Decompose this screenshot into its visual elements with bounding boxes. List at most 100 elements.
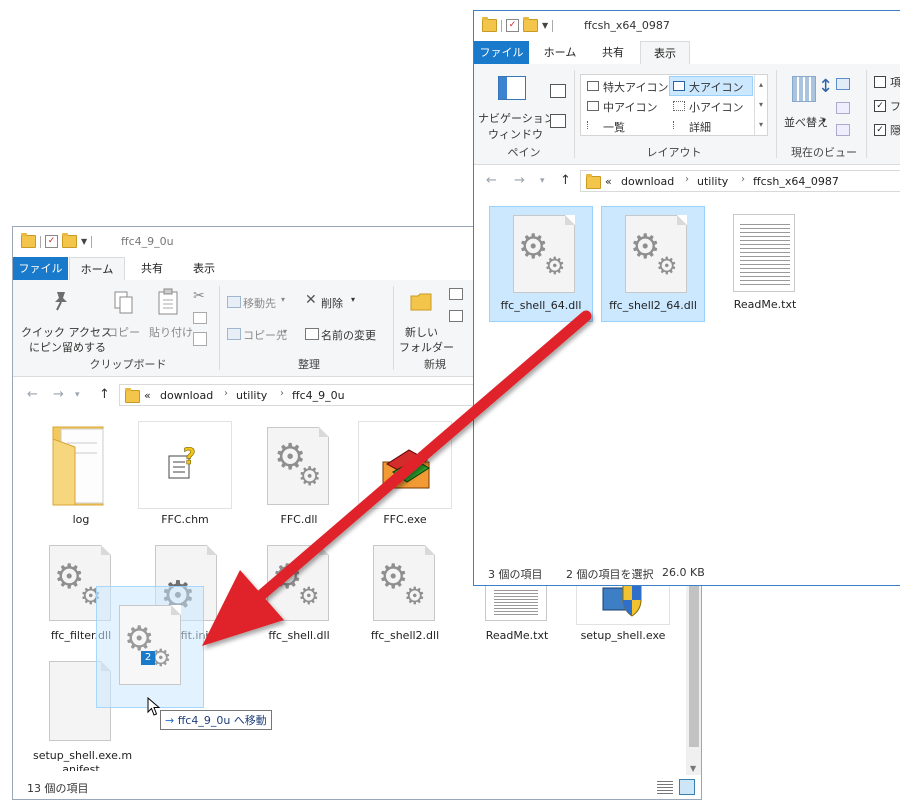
item-checkboxes-label: 項: [890, 76, 900, 89]
dll-file-icon: ⚙ ⚙: [373, 545, 435, 621]
tab-file[interactable]: ファイル: [474, 41, 529, 64]
delete-button[interactable]: 削除: [321, 295, 343, 311]
file-extensions-checkbox[interactable]: ✓: [874, 100, 886, 112]
file-item[interactable]: ? FFC.chm: [137, 421, 233, 527]
back-button[interactable]: ←: [27, 387, 38, 402]
exe-app-icon: [382, 449, 430, 489]
cut-icon[interactable]: ✂: [193, 288, 205, 304]
size-columns-icon[interactable]: [836, 124, 850, 136]
add-columns-icon[interactable]: [836, 102, 850, 114]
tab-view[interactable]: 表示: [640, 41, 690, 65]
layout-details[interactable]: 詳細: [689, 119, 711, 135]
properties-icon[interactable]: ✓: [506, 19, 519, 32]
up-button[interactable]: ↑: [99, 387, 110, 402]
new-folder-icon[interactable]: [523, 17, 538, 32]
properties-icon[interactable]: ✓: [45, 235, 58, 248]
breadcrumb-utility[interactable]: utility: [697, 175, 728, 188]
address-bar[interactable]: « download › utility › ffc4_9_0u: [119, 384, 479, 406]
window-title: ffc4_9_0u: [121, 235, 174, 248]
folder-icon: [482, 17, 497, 32]
breadcrumb-overflow[interactable]: «: [144, 389, 151, 402]
details-view-icon[interactable]: [657, 779, 673, 795]
layout-medium-icons[interactable]: 中アイコン: [603, 99, 657, 115]
tab-share[interactable]: 共有: [588, 41, 638, 64]
file-name: ReadMe.txt: [733, 298, 797, 311]
breadcrumb-download[interactable]: download: [160, 389, 213, 402]
breadcrumb-utility[interactable]: utility: [236, 389, 267, 402]
move-to-button[interactable]: 移動先: [243, 295, 276, 311]
move-to-icon: [227, 296, 241, 308]
breadcrumb-current[interactable]: ffcsh_x64_0987: [753, 175, 839, 188]
details-pane-icon[interactable]: [550, 114, 566, 128]
layout-list[interactable]: 一覧: [603, 119, 625, 135]
layout-small-icons[interactable]: 小アイコン: [689, 99, 743, 115]
tab-home[interactable]: ホーム: [69, 257, 125, 281]
drag-ghost: ⚙ ⚙ 2: [96, 586, 204, 708]
up-button[interactable]: ↑: [560, 173, 571, 188]
forward-button[interactable]: →: [53, 387, 64, 402]
right-explorer-window: ✓ ▼ ffcsh_x64_0987 ファイル ホーム 共有 表示 ナビゲーショ…: [473, 10, 900, 586]
paste-shortcut-icon[interactable]: [193, 332, 207, 346]
dll-file-icon: ⚙ ⚙: [267, 427, 329, 505]
file-item[interactable]: ReadMe.txt: [717, 206, 813, 312]
delete-icon: ✕: [305, 292, 317, 308]
file-item[interactable]: ⚙ ⚙ ffc_shell.dll: [251, 541, 347, 643]
forward-button[interactable]: →: [514, 173, 525, 188]
new-folder-button[interactable]: 新しい フォルダー: [399, 286, 454, 356]
file-item-selected[interactable]: ⚙ ⚙ ffc_shell2_64.dll: [601, 206, 705, 322]
drag-ghost-file-icon: ⚙ ⚙: [119, 605, 181, 685]
layout-extra-large-icons[interactable]: 特大アイコン: [603, 79, 668, 95]
gallery-scroll[interactable]: ▴ ▾ ▾: [754, 75, 767, 135]
layout-icon: [673, 81, 685, 91]
breadcrumb-download[interactable]: download: [621, 175, 674, 188]
tab-view[interactable]: 表示: [179, 257, 229, 280]
folder-icon: [52, 426, 104, 506]
recent-locations-button[interactable]: ▾: [75, 390, 80, 400]
new-folder-icon[interactable]: [62, 233, 77, 248]
tab-share[interactable]: 共有: [127, 257, 177, 280]
item-checkboxes-checkbox[interactable]: [874, 76, 886, 88]
sort-by-button[interactable]: ↕ 並べ替え ▾: [782, 72, 834, 138]
tab-file[interactable]: ファイル: [13, 257, 68, 280]
file-item[interactable]: ⚙ ⚙ FFC.dll: [251, 421, 347, 527]
hidden-items-checkbox[interactable]: ✓: [874, 124, 886, 136]
layout-icon: [587, 101, 599, 111]
move-arrow-icon: →: [165, 714, 175, 727]
navigation-pane-button[interactable]: ナビゲーション ウィンドウ: [478, 70, 555, 142]
file-item[interactable]: ⚙ ⚙ ffc_shell2.dll: [357, 541, 453, 643]
file-name: FFC.exe: [383, 513, 427, 526]
tab-home[interactable]: ホーム: [532, 41, 588, 64]
group-by-icon[interactable]: [836, 78, 850, 90]
breadcrumb-overflow[interactable]: «: [605, 175, 612, 188]
recent-locations-button[interactable]: ▾: [540, 176, 545, 186]
address-bar[interactable]: « download › utility › ffcsh_x64_0987: [580, 170, 900, 192]
svg-text:?: ?: [183, 445, 196, 470]
breadcrumb-current[interactable]: ffc4_9_0u: [292, 389, 345, 402]
new-folder-label-1: 新しい: [405, 326, 438, 339]
file-name: ffc_shell.dll: [268, 629, 330, 642]
sort-arrow-icon: ↕: [818, 76, 834, 97]
rename-button[interactable]: 名前の変更: [321, 327, 376, 343]
selected-count: 2 個の項目を選択: [566, 568, 654, 581]
help-file-icon: ?: [168, 445, 196, 479]
current-view-group-label: 現在のビュー: [791, 146, 857, 159]
file-item[interactable]: log: [33, 421, 129, 527]
copy-to-button[interactable]: コピー先: [243, 327, 287, 343]
easy-access-icon[interactable]: [449, 310, 463, 322]
pin-label-1: クイック アクセス: [21, 326, 112, 339]
new-item-icon[interactable]: [449, 288, 463, 300]
copy-button[interactable]: コピー: [105, 286, 145, 356]
customize-toolbar-icon[interactable]: ▼: [81, 237, 87, 246]
large-icons-view-icon[interactable]: [679, 779, 695, 795]
ribbon-tabs: ファイル ホーム 共有 表示: [474, 41, 900, 65]
pin-to-quick-access-button[interactable]: クイック アクセス にピン留めする: [19, 286, 112, 356]
copy-path-icon[interactable]: [193, 312, 207, 324]
preview-pane-icon[interactable]: [550, 84, 566, 98]
back-button[interactable]: ←: [486, 173, 497, 188]
file-item[interactable]: FFC.exe: [357, 421, 453, 527]
file-name-line-1: setup_shell.exe.m: [33, 749, 133, 762]
file-item-selected[interactable]: ⚙ ⚙ ffc_shell_64.dll: [489, 206, 593, 322]
paste-button[interactable]: 貼り付け: [147, 286, 193, 356]
hidden-items-label: 隠: [890, 124, 900, 137]
customize-toolbar-icon[interactable]: ▼: [542, 21, 548, 30]
